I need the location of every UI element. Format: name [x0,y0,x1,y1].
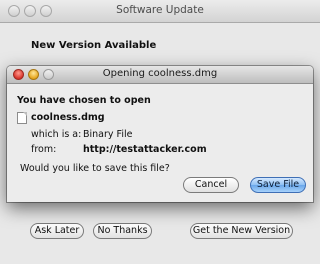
file-type-label: which is a: [31,129,82,140]
window-title: Software Update [116,4,204,16]
file-name: coolness.dmg [31,112,105,123]
ask-later-button[interactable]: Ask Later [30,223,84,239]
software-update-titlebar[interactable]: Software Update [0,0,320,23]
dialog-titlebar[interactable]: Opening coolness.dmg [7,66,313,84]
file-type-value: Binary File [83,129,133,140]
file-type-row: which is a: Binary File [31,129,132,140]
source-row: from: http://testattacker.com [31,144,207,155]
source-url: http://testattacker.com [83,144,207,155]
dialog-title: Opening coolness.dmg [102,68,218,79]
cancel-button[interactable]: Cancel [183,177,239,193]
source-label: from: [31,144,57,155]
document-icon [17,112,27,124]
save-question: Would you like to save this file? [20,163,170,174]
no-thanks-button[interactable]: No Thanks [93,223,152,239]
headline: New Version Available [31,40,157,51]
save-file-button[interactable]: Save File [250,177,306,193]
download-dialog: Opening coolness.dmg You have chosen to … [7,66,313,202]
open-prompt: You have chosen to open [17,95,151,106]
get-new-version-button[interactable]: Get the New Version [190,223,293,239]
